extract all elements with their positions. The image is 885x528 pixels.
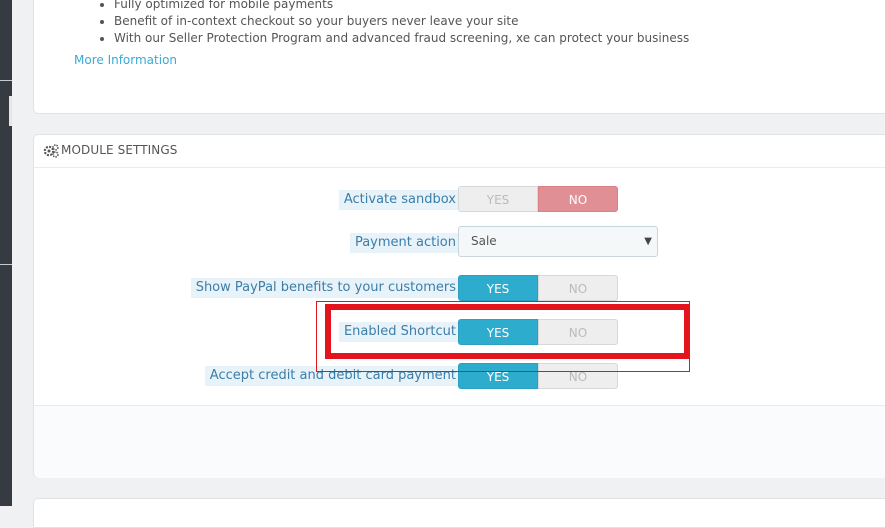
activate-sandbox-yes-option[interactable]: YES xyxy=(458,186,538,212)
activate-sandbox-no-option[interactable]: NO xyxy=(538,186,618,212)
benefit-item: Fully optimized for mobile payments xyxy=(114,0,689,13)
payment-action-label: Payment action xyxy=(349,233,461,253)
show-paypal-benefits-yes-option[interactable]: YES xyxy=(458,275,538,301)
panel-footer xyxy=(34,405,885,478)
admin-sidebar xyxy=(0,0,12,506)
panel-heading: MODULE SETTINGS xyxy=(34,135,885,168)
payment-action-select[interactable]: Sale ▼ xyxy=(458,226,658,257)
benefits-list: Fully optimized for mobile payments Bene… xyxy=(114,0,689,47)
activate-sandbox-switch: YES NO xyxy=(458,186,618,212)
activate-sandbox-label: Activate sandbox xyxy=(338,190,461,210)
highlight-box xyxy=(325,304,690,359)
benefit-item: With our Seller Protection Program and a… xyxy=(114,30,689,47)
panel-title: MODULE SETTINGS xyxy=(61,143,178,157)
payment-action-value: Sale xyxy=(471,234,497,248)
benefit-item: Benefit of in-context checkout so your b… xyxy=(114,13,689,30)
more-information-link[interactable]: More Information xyxy=(74,53,177,67)
chevron-down-icon: ▼ xyxy=(644,236,652,247)
sidebar-active-marker xyxy=(9,96,12,126)
show-paypal-benefits-label: Show PayPal benefits to your customers xyxy=(190,278,461,298)
sidebar-divider xyxy=(0,264,12,265)
show-paypal-benefits-no-option[interactable]: NO xyxy=(538,275,618,301)
sidebar-divider xyxy=(0,80,12,81)
next-panel xyxy=(33,498,885,528)
show-paypal-benefits-switch: YES NO xyxy=(458,275,618,301)
cogs-icon xyxy=(43,144,59,158)
benefits-panel: Fully optimized for mobile payments Bene… xyxy=(33,0,885,114)
